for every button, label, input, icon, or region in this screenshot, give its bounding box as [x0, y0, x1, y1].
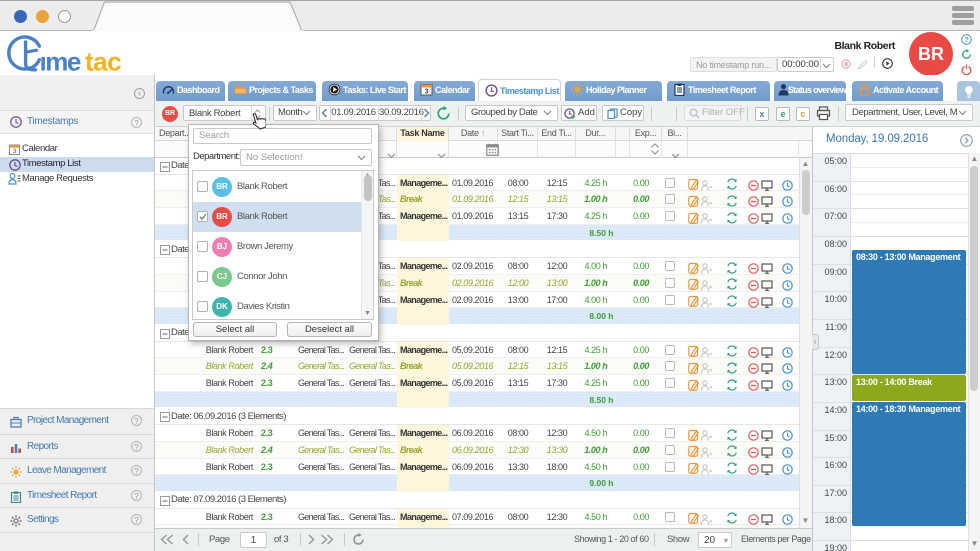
svg-text:ıme: ıme	[40, 47, 81, 77]
svg-text:3: 3	[425, 89, 429, 96]
svg-text:?: ?	[964, 35, 969, 44]
svg-text:tac: tac	[85, 47, 121, 77]
svg-text:3: 3	[13, 148, 17, 155]
